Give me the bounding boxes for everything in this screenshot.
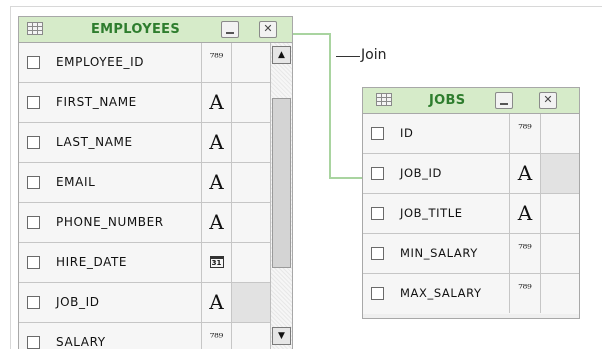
- column-checkbox[interactable]: [27, 96, 40, 109]
- column-checkbox[interactable]: [27, 56, 40, 69]
- column-checkbox[interactable]: [27, 256, 40, 269]
- column-row[interactable]: JOB_ID A: [19, 283, 271, 323]
- minimize-button[interactable]: [495, 92, 513, 109]
- column-name: MAX_SALARY: [400, 286, 482, 300]
- column-checkbox[interactable]: [27, 136, 40, 149]
- minimize-icon: [500, 103, 508, 105]
- column-row[interactable]: JOB_ID A: [363, 154, 579, 194]
- employees-table-title: EMPLOYEES: [91, 22, 180, 37]
- column-checkbox[interactable]: [27, 216, 40, 229]
- column-spacer: [231, 43, 271, 82]
- column-spacer: [540, 194, 579, 233]
- scroll-thumb[interactable]: [272, 98, 291, 268]
- column-spacer: [231, 123, 271, 162]
- column-spacer: [540, 154, 579, 193]
- column-checkbox[interactable]: [27, 336, 40, 349]
- column-row[interactable]: SALARY ⁷⁸⁹: [19, 323, 270, 349]
- column-name: MIN_SALARY: [400, 246, 478, 260]
- date-type-cell: 31: [201, 243, 231, 282]
- column-spacer: [231, 203, 271, 242]
- text-type-icon: A: [201, 203, 231, 242]
- column-row[interactable]: HIRE_DATE 31: [19, 243, 270, 283]
- minimize-button[interactable]: [221, 21, 239, 38]
- column-row[interactable]: ID ⁷⁸⁹: [363, 114, 579, 154]
- column-name: JOB_ID: [56, 295, 100, 309]
- column-spacer: [231, 323, 271, 349]
- table-grid-icon: [376, 93, 392, 106]
- column-row[interactable]: LAST_NAME A: [19, 123, 270, 163]
- jobs-column-list: ID ⁷⁸⁹ JOB_ID A JOB_TITLE A MIN_SALARY ⁷…: [363, 114, 579, 314]
- table-grid-icon: [27, 22, 43, 35]
- column-spacer: [231, 283, 271, 322]
- column-name: LAST_NAME: [56, 135, 133, 149]
- close-button[interactable]: ✕: [259, 21, 277, 38]
- column-name: EMAIL: [56, 175, 96, 189]
- close-button[interactable]: ✕: [539, 92, 557, 109]
- join-label: Join: [361, 47, 387, 63]
- join-line-bottom: [329, 177, 362, 179]
- column-checkbox[interactable]: [371, 167, 384, 180]
- column-checkbox[interactable]: [27, 296, 40, 309]
- join-label-leader: [336, 56, 360, 57]
- employees-column-list: EMPLOYEE_ID ⁷⁸⁹ FIRST_NAME A LAST_NAME A…: [19, 43, 271, 349]
- numeric-type-icon: ⁷⁸⁹: [509, 274, 540, 313]
- text-type-icon: A: [201, 123, 231, 162]
- employees-table-header[interactable]: EMPLOYEES ✕: [19, 17, 292, 43]
- column-checkbox[interactable]: [27, 176, 40, 189]
- column-row[interactable]: EMPLOYEE_ID ⁷⁸⁹: [19, 43, 270, 83]
- column-name: SALARY: [56, 335, 106, 349]
- numeric-type-icon: ⁷⁸⁹: [509, 114, 540, 153]
- column-name: JOB_ID: [400, 166, 442, 180]
- column-spacer: [231, 163, 271, 202]
- join-line-top: [293, 33, 330, 35]
- numeric-type-icon: ⁷⁸⁹: [509, 234, 540, 273]
- column-spacer: [231, 243, 271, 282]
- column-row[interactable]: EMAIL A: [19, 163, 270, 203]
- column-checkbox[interactable]: [371, 247, 384, 260]
- column-name: JOB_TITLE: [400, 206, 463, 220]
- column-checkbox[interactable]: [371, 287, 384, 300]
- column-row[interactable]: MIN_SALARY ⁷⁸⁹: [363, 234, 579, 274]
- column-row[interactable]: FIRST_NAME A: [19, 83, 270, 123]
- column-row[interactable]: JOB_TITLE A: [363, 194, 579, 234]
- column-spacer: [231, 83, 271, 122]
- column-name: ID: [400, 126, 414, 140]
- text-type-icon: A: [201, 83, 231, 122]
- text-type-icon: A: [509, 194, 540, 233]
- join-line-vertical: [329, 33, 331, 179]
- minimize-icon: [226, 32, 234, 34]
- employees-table[interactable]: EMPLOYEES ✕ EMPLOYEE_ID ⁷⁸⁹ FIRST_NAME A…: [18, 16, 293, 349]
- employees-scrollbar[interactable]: ▲ ▼: [270, 43, 292, 349]
- column-name: PHONE_NUMBER: [56, 215, 164, 229]
- jobs-table-header[interactable]: JOBS ✕: [363, 88, 579, 114]
- column-spacer: [540, 274, 579, 313]
- column-spacer: [540, 234, 579, 273]
- column-spacer: [540, 114, 579, 153]
- scroll-down-button[interactable]: ▼: [272, 327, 291, 345]
- column-name: FIRST_NAME: [56, 95, 137, 109]
- column-name: EMPLOYEE_ID: [56, 55, 145, 69]
- jobs-table[interactable]: JOBS ✕ ID ⁷⁸⁹ JOB_ID A JOB_TITLE A MIN_S…: [362, 87, 580, 319]
- column-name: HIRE_DATE: [56, 255, 128, 269]
- scroll-up-button[interactable]: ▲: [272, 46, 291, 64]
- column-checkbox[interactable]: [371, 207, 384, 220]
- text-type-icon: A: [509, 154, 540, 193]
- text-type-icon: A: [201, 163, 231, 202]
- column-checkbox[interactable]: [371, 127, 384, 140]
- calendar-icon: 31: [209, 256, 224, 268]
- text-type-icon: A: [201, 283, 231, 322]
- numeric-type-icon: ⁷⁸⁹: [201, 43, 231, 82]
- canvas-left-border: [10, 6, 11, 349]
- numeric-type-icon: ⁷⁸⁹: [201, 323, 231, 349]
- column-row[interactable]: MAX_SALARY ⁷⁸⁹: [363, 274, 579, 314]
- column-row[interactable]: PHONE_NUMBER A: [19, 203, 270, 243]
- canvas-top-border: [10, 6, 602, 7]
- jobs-table-title: JOBS: [429, 93, 466, 108]
